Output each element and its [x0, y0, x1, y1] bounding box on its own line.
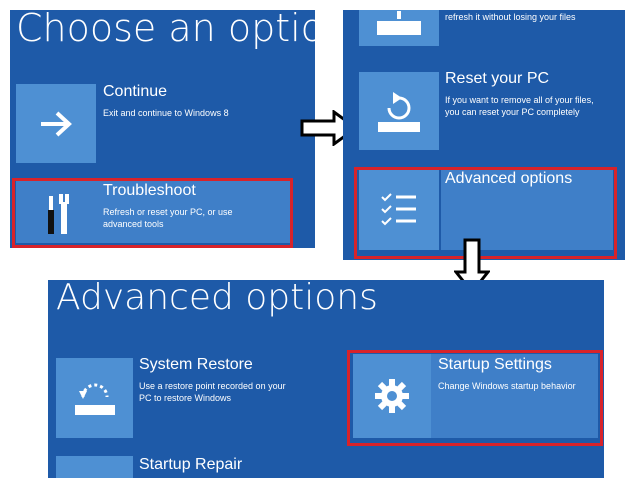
- page-title: Choose an option: [16, 10, 315, 50]
- continue-option[interactable]: Continue Exit and continue to Windows 8: [10, 80, 315, 170]
- startup-settings-highlight: [347, 350, 603, 446]
- startup-repair-title: Startup Repair: [139, 456, 243, 473]
- system-restore-option[interactable]: System Restore Use a restore point recor…: [48, 354, 338, 440]
- drive-icon: [359, 10, 439, 44]
- troubleshoot-highlight: [12, 178, 293, 248]
- refresh-option[interactable]: refresh it without losing your files: [343, 10, 625, 50]
- reset-title: Reset your PC: [445, 70, 550, 87]
- reset-desc-line2: you can reset your PC completely: [445, 107, 580, 117]
- advanced-options-title: Advanced options: [56, 280, 378, 318]
- continue-title: Continue: [103, 83, 168, 100]
- refresh-desc: refresh it without losing your files: [445, 12, 576, 22]
- restore-icon: [56, 358, 133, 438]
- arrow-right-icon: [16, 84, 96, 163]
- reset-pc-option[interactable]: Reset your PC If you want to remove all …: [343, 70, 625, 150]
- system-restore-desc-line1: Use a restore point recorded on your: [139, 381, 286, 391]
- continue-desc: Exit and continue to Windows 8: [103, 108, 229, 118]
- startup-repair-option[interactable]: Startup Repair: [48, 454, 338, 478]
- reset-icon: [359, 72, 439, 150]
- system-restore-desc-line2: PC to restore Windows: [139, 393, 232, 403]
- startup-repair-tile: [56, 456, 133, 478]
- system-restore-title: System Restore: [139, 356, 253, 373]
- reset-desc-line1: If you want to remove all of your files,: [445, 95, 594, 105]
